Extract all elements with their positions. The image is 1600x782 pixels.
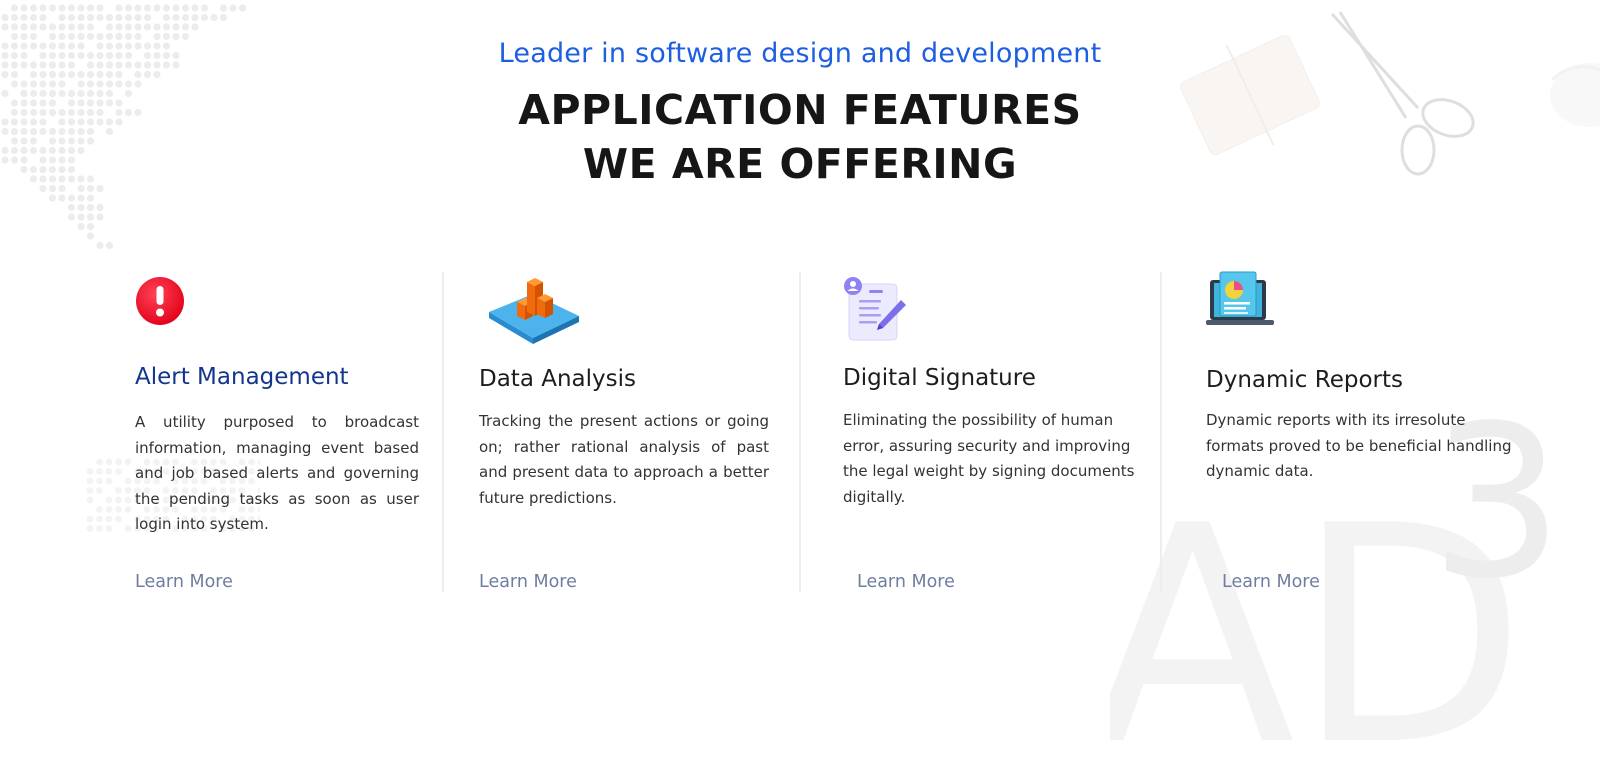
dynamic-reports-icon (1206, 271, 1274, 325)
section-title-line-2: WE ARE OFFERING (582, 140, 1018, 188)
feature-title: Digital Signature (843, 365, 1036, 391)
section-title: APPLICATION FEATURES WE ARE OFFERING (0, 83, 1600, 191)
feature-title: Dynamic Reports (1206, 367, 1403, 393)
learn-more-link[interactable]: Learn More (1222, 572, 1320, 592)
section-header: Leader in software design and developmen… (0, 38, 1600, 191)
feature-title: Alert Management (135, 364, 349, 390)
feature-description: Dynamic reports with its irresolute form… (1206, 411, 1512, 480)
feature-description: Tracking the present actions or going on… (479, 412, 769, 507)
feature-title: Data Analysis (479, 366, 636, 392)
learn-more-link[interactable]: Learn More (479, 572, 577, 592)
alert-icon (136, 277, 184, 325)
card-divider (1160, 272, 1162, 592)
card-divider (442, 272, 444, 592)
data-analysis-icon (489, 278, 579, 344)
digital-signature-icon (844, 277, 906, 341)
learn-more-link[interactable]: Learn More (857, 572, 955, 592)
feature-description: A utility purposed to broadcast informat… (135, 413, 419, 533)
section-title-line-1: APPLICATION FEATURES (518, 86, 1082, 134)
feature-description: Eliminating the possibility of human err… (843, 411, 1135, 506)
section-eyebrow: Leader in software design and developmen… (498, 38, 1102, 69)
card-divider (799, 272, 801, 592)
learn-more-link[interactable]: Learn More (135, 572, 233, 592)
